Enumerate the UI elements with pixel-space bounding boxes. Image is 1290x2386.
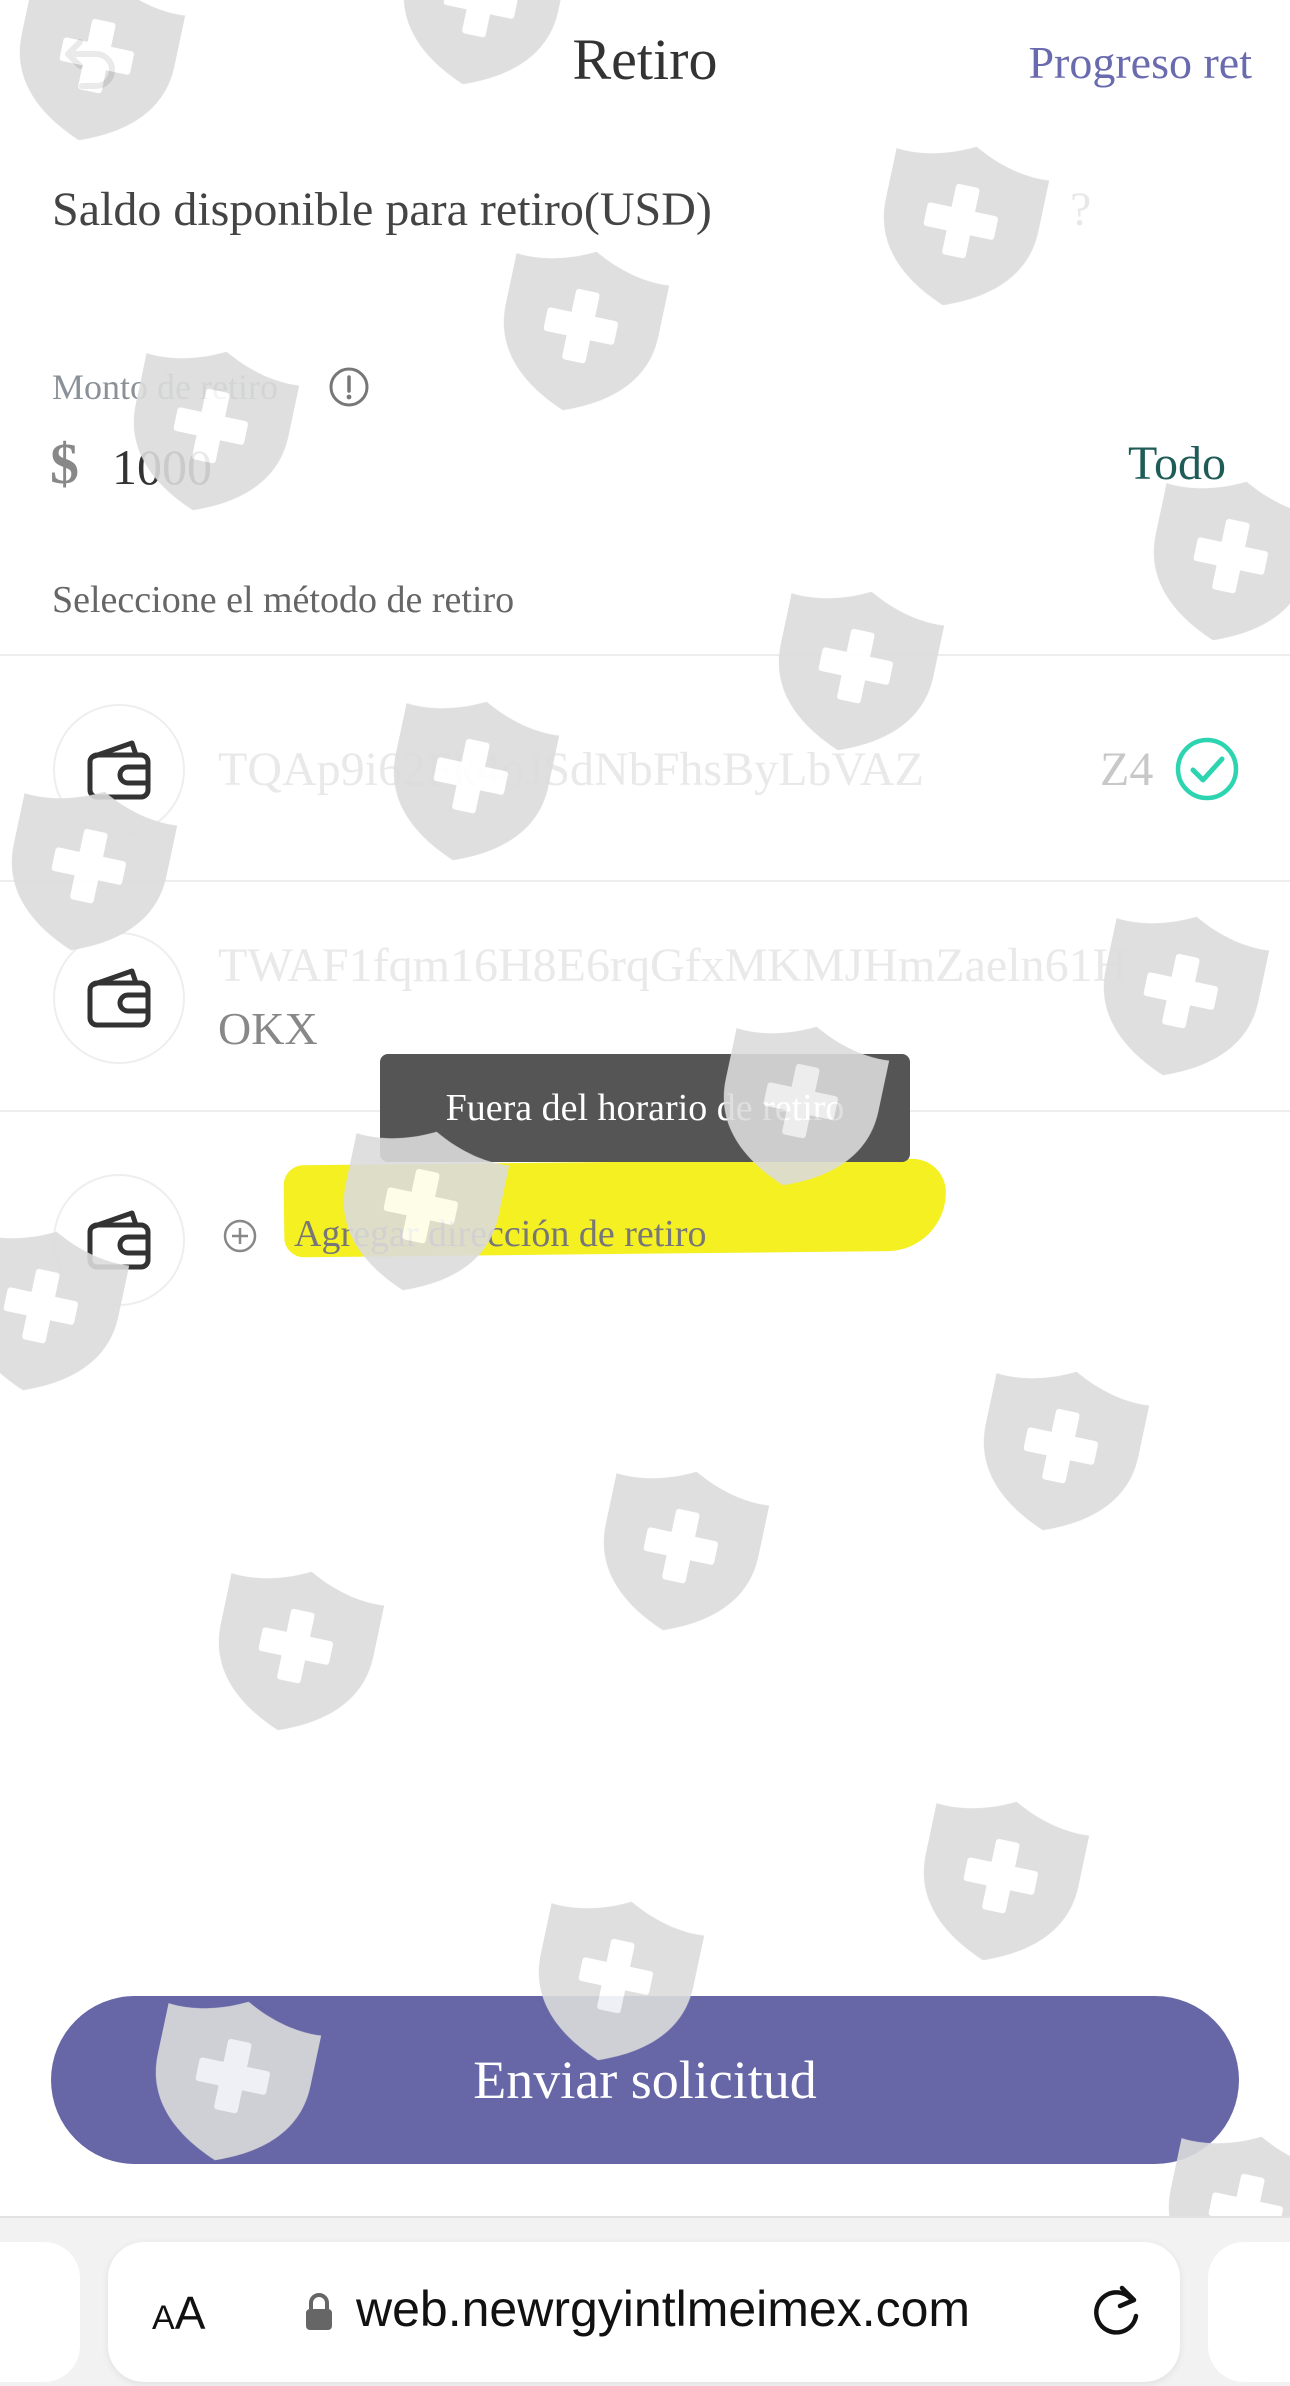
shield-cross-icon <box>966 1355 1153 1547</box>
wallet-avatar <box>53 1174 185 1306</box>
wallet-address: TWAF1fqm16H8E6rqGfxMKMJHmZaeln61H <box>218 939 1128 992</box>
shield-cross-icon <box>906 1785 1093 1977</box>
wallet-icon <box>87 968 151 1028</box>
balance-label: Saldo disponible para retiro(USD) <box>52 183 712 236</box>
submit-button[interactable]: Enviar solicitud <box>51 1996 1239 2164</box>
wallet-avatar <box>53 704 185 836</box>
add-address-button[interactable]: Agregar dirección de retiro <box>294 1212 707 1256</box>
url-text[interactable]: web.newrgyintlmeimex.com <box>356 2280 970 2338</box>
shield-cross-icon <box>486 235 673 427</box>
amount-label: Monto de retiro <box>52 367 278 407</box>
plus-circle-icon[interactable] <box>222 1218 258 1254</box>
wallet-icon <box>87 740 151 800</box>
shield-cross-icon <box>866 130 1053 322</box>
withdrawal-progress-link[interactable]: Progreso ret <box>1028 36 1252 89</box>
address-bar[interactable]: AA web.newrgyintlmeimex.com <box>108 2242 1180 2382</box>
currency-symbol: $ <box>50 431 79 496</box>
balance-value: ? <box>1070 183 1092 236</box>
amount-input[interactable] <box>112 432 1012 502</box>
lock-icon <box>306 2293 332 2330</box>
next-tab-pill[interactable] <box>1208 2242 1290 2382</box>
wallet-icon <box>87 1210 151 1270</box>
withdraw-all-button[interactable]: Todo <box>1128 436 1226 491</box>
shield-cross-icon <box>201 1555 388 1747</box>
withdrawal-page: Retiro Progreso ret Saldo disponible par… <box>0 0 1290 2386</box>
browser-toolbar: AA web.newrgyintlmeimex.com <box>0 2216 1290 2386</box>
top-bar: Retiro Progreso ret <box>0 0 1290 130</box>
aa-small-letter: A <box>152 2299 175 2337</box>
wallet-avatar <box>53 932 185 1064</box>
toast-message: Fuera del horario de retiro <box>380 1054 910 1162</box>
exchange-name: OKX <box>218 1003 318 1054</box>
info-circle-icon[interactable] <box>328 366 370 408</box>
aa-big-letter: A <box>174 2287 206 2339</box>
wallet-address-suffix: Z4 <box>1100 743 1154 796</box>
text-size-button[interactable]: AA <box>152 2286 205 2340</box>
shield-cross-icon <box>586 1455 773 1647</box>
method-section-label: Seleccione el método de retiro <box>52 579 515 621</box>
shield-cross-icon <box>1136 465 1290 657</box>
previous-tab-pill[interactable] <box>0 2242 80 2382</box>
wallet-address: TQAp9i62Fk4oJSdNbFhsByLbVAZ <box>218 743 924 796</box>
reload-icon[interactable] <box>1088 2282 1144 2342</box>
check-circle-icon <box>1175 737 1239 801</box>
